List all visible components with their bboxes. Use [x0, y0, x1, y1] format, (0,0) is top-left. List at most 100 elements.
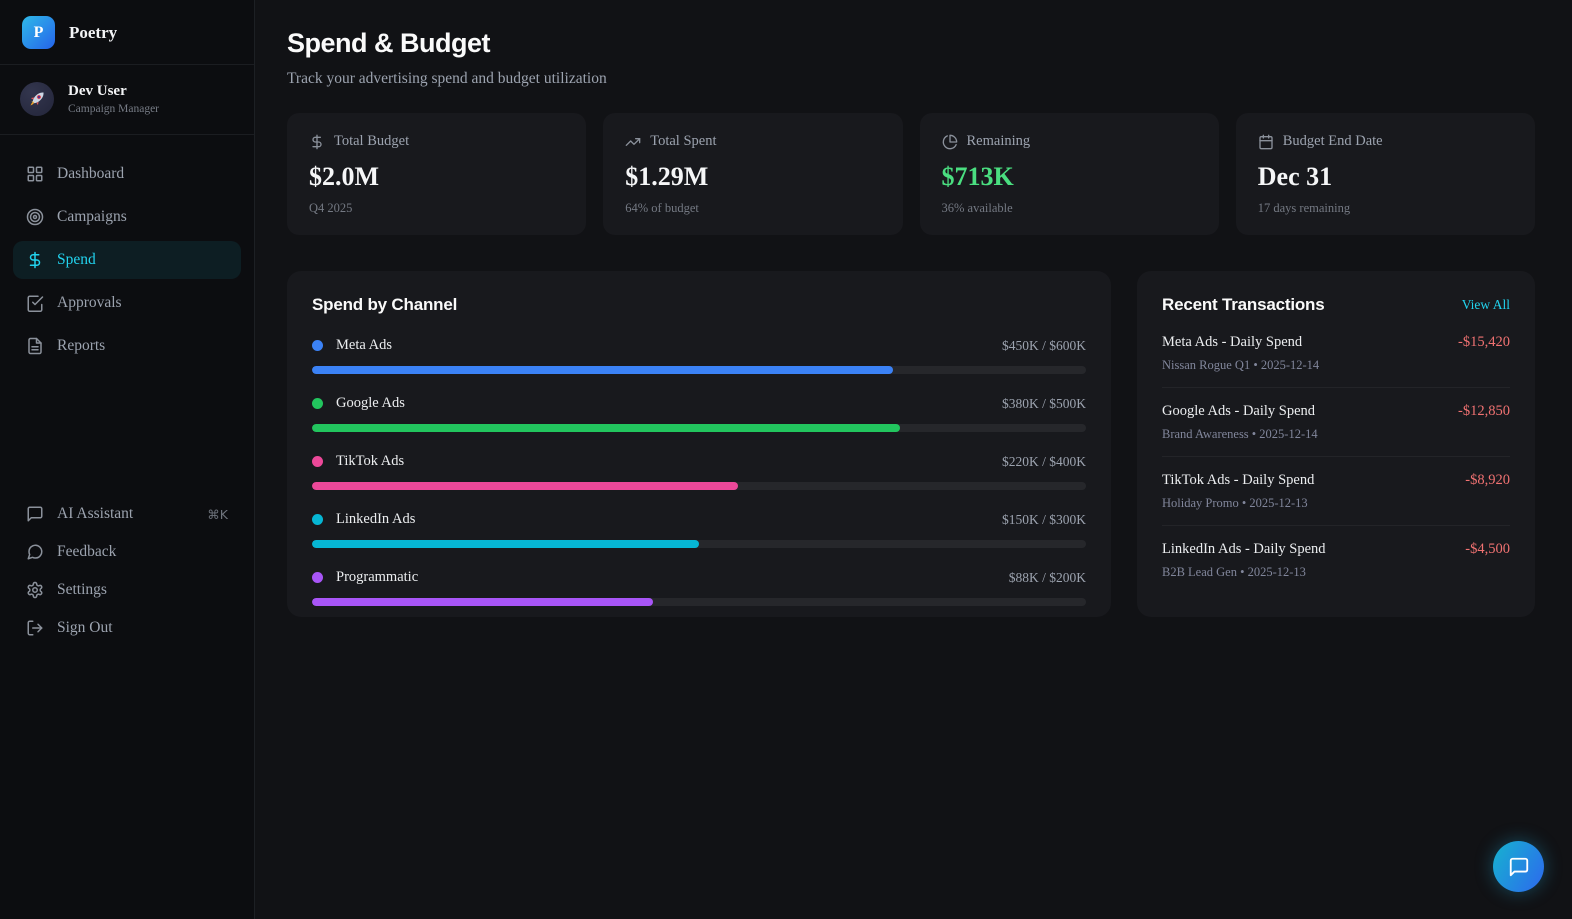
check-square-icon	[26, 294, 44, 312]
layout-grid-icon	[26, 165, 44, 183]
chat-fab-button[interactable]	[1493, 841, 1544, 892]
stat-subtext: 36% available	[941, 201, 1013, 215]
transaction-amount: -$15,420	[1458, 334, 1510, 350]
sidebar-item-spend[interactable]: Spend	[13, 241, 241, 279]
sidebar-item-label: Reports	[57, 337, 106, 354]
page-subtitle: Track your advertising spend and budget …	[287, 70, 607, 87]
sidebar: P Poetry Dev User Campaign Manager Dashb…	[0, 0, 255, 919]
stat-value: $2.0M	[309, 162, 380, 191]
channel-name: Programmatic	[336, 569, 419, 585]
user-role: Campaign Manager	[68, 103, 160, 115]
calendar-icon	[1258, 134, 1274, 150]
sidebar-item-label: Spend	[57, 251, 96, 268]
transaction-meta: Nissan Rogue Q1 • 2025-12-14	[1162, 358, 1320, 372]
channel-row-programmatic: Programmatic $88K / $200K	[312, 569, 1086, 606]
transaction-meta: B2B Lead Gen • 2025-12-13	[1162, 565, 1306, 579]
sidebar-item-sign-out[interactable]: Sign Out	[13, 611, 241, 645]
transaction-title: Google Ads - Daily Spend	[1162, 403, 1316, 419]
user-name: Dev User	[68, 83, 127, 99]
channel-row-tiktok-ads: TikTok Ads $220K / $400K	[312, 453, 1086, 490]
transaction-amount: -$8,920	[1465, 472, 1510, 488]
rocket-icon	[30, 92, 44, 106]
channel-name: LinkedIn Ads	[336, 511, 416, 527]
dollar-sign-icon	[26, 251, 44, 269]
transaction-meta: Holiday Promo • 2025-12-13	[1162, 496, 1308, 510]
stat-value: Dec 31	[1257, 162, 1333, 191]
channel-amounts: $380K / $500K	[1002, 395, 1086, 411]
channel-row-google-ads: Google Ads $380K / $500K	[312, 395, 1086, 432]
sidebar-item-campaigns[interactable]: Campaigns	[13, 198, 241, 236]
channel-amounts: $220K / $400K	[1002, 453, 1086, 469]
progress-track	[312, 366, 1086, 374]
sidebar-item-label: Settings	[57, 581, 107, 598]
sidebar-item-label: Approvals	[57, 294, 122, 311]
sidebar-nav: Dashboard Campaigns Spend Approvals Repo	[0, 135, 254, 904]
progress-fill	[312, 482, 738, 490]
target-icon	[26, 208, 44, 226]
channel-amounts: $150K / $300K	[1002, 511, 1086, 527]
poetry-logo-letter: P	[33, 23, 44, 41]
sidebar-item-label: AI Assistant	[57, 505, 134, 522]
sidebar-item-dashboard[interactable]: Dashboard	[13, 155, 241, 193]
sidebar-bottom-nav: AI Assistant ⌘K Feedback Settings Sign O…	[0, 497, 254, 904]
keyboard-shortcut: ⌘K	[207, 506, 228, 522]
transaction-row: Meta Ads - Daily Spend -$15,420 Nissan R…	[1162, 319, 1510, 388]
channel-amounts: $450K / $600K	[1002, 337, 1086, 353]
stat-subtext: 17 days remaining	[1257, 201, 1351, 215]
progress-fill	[312, 540, 699, 548]
transaction-meta: Brand Awareness • 2025-12-14	[1162, 427, 1318, 441]
channel-color-dot	[312, 340, 323, 351]
channel-color-dot	[312, 456, 323, 467]
transaction-title: TikTok Ads - Daily Spend	[1162, 472, 1315, 488]
stat-card-total-budget: Total Budget $2.0M Q4 2025	[287, 113, 587, 235]
app-name: Poetry	[69, 22, 118, 42]
stat-label: Remaining	[966, 133, 1031, 149]
channel-name: Meta Ads	[336, 337, 392, 353]
dollar-sign-icon	[309, 134, 325, 150]
transaction-row: TikTok Ads - Daily Spend -$8,920 Holiday…	[1162, 457, 1510, 526]
progress-track	[312, 482, 1086, 490]
brand: P Poetry	[0, 0, 254, 65]
transaction-row: Google Ads - Daily Spend -$12,850 Brand …	[1162, 388, 1510, 457]
pie-chart-icon	[942, 134, 958, 150]
sidebar-item-label: Campaigns	[57, 208, 127, 225]
stat-card-budget-end-date: Budget End Date Dec 31 17 days remaining	[1235, 113, 1535, 235]
progress-fill	[312, 424, 901, 432]
poetry-logo: P	[22, 16, 55, 49]
stat-label: Total Spent	[650, 133, 717, 149]
main-content: Spend & Budget Track your advertising sp…	[255, 0, 1572, 919]
transaction-amount: -$4,500	[1465, 541, 1510, 557]
channel-row-meta-ads: Meta Ads $450K / $600K	[312, 337, 1086, 374]
progress-track	[312, 598, 1086, 606]
avatar	[20, 82, 54, 116]
gear-icon	[26, 581, 44, 599]
sidebar-item-reports[interactable]: Reports	[13, 327, 241, 365]
transaction-row: LinkedIn Ads - Daily Spend -$4,500 B2B L…	[1162, 526, 1510, 594]
sidebar-item-feedback[interactable]: Feedback	[13, 535, 241, 569]
page-title: Spend & Budget	[287, 28, 491, 58]
stat-card-total-spent: Total Spent $1.29M 64% of budget	[603, 113, 903, 235]
progress-track	[312, 424, 1086, 432]
sidebar-item-label: Feedback	[57, 543, 117, 560]
user-profile: Dev User Campaign Manager	[0, 65, 254, 135]
transaction-title: LinkedIn Ads - Daily Spend	[1162, 541, 1326, 557]
channel-color-dot	[312, 572, 323, 583]
channel-color-dot	[312, 398, 323, 409]
recent-transactions-panel: Recent Transactions View All Meta Ads - …	[1137, 271, 1535, 617]
stat-cards: Total Budget $2.0M Q4 2025 Total Spent $…	[287, 113, 1535, 235]
sidebar-item-settings[interactable]: Settings	[13, 573, 241, 607]
sidebar-item-ai-assistant[interactable]: AI Assistant ⌘K	[13, 497, 241, 531]
stat-subtext: 64% of budget	[625, 201, 699, 215]
stat-card-remaining: Remaining $713K 36% available	[919, 113, 1219, 235]
file-text-icon	[26, 337, 44, 355]
progress-fill	[312, 598, 653, 606]
stat-subtext: Q4 2025	[309, 201, 353, 215]
sidebar-item-approvals[interactable]: Approvals	[13, 284, 241, 322]
transaction-amount: -$12,850	[1458, 403, 1510, 419]
stat-value: $713K	[941, 162, 1014, 191]
view-all-link[interactable]: View All	[1462, 297, 1510, 313]
log-out-icon	[26, 619, 44, 637]
trending-up-icon	[625, 134, 641, 150]
message-circle-icon	[26, 543, 44, 561]
channel-color-dot	[312, 514, 323, 525]
